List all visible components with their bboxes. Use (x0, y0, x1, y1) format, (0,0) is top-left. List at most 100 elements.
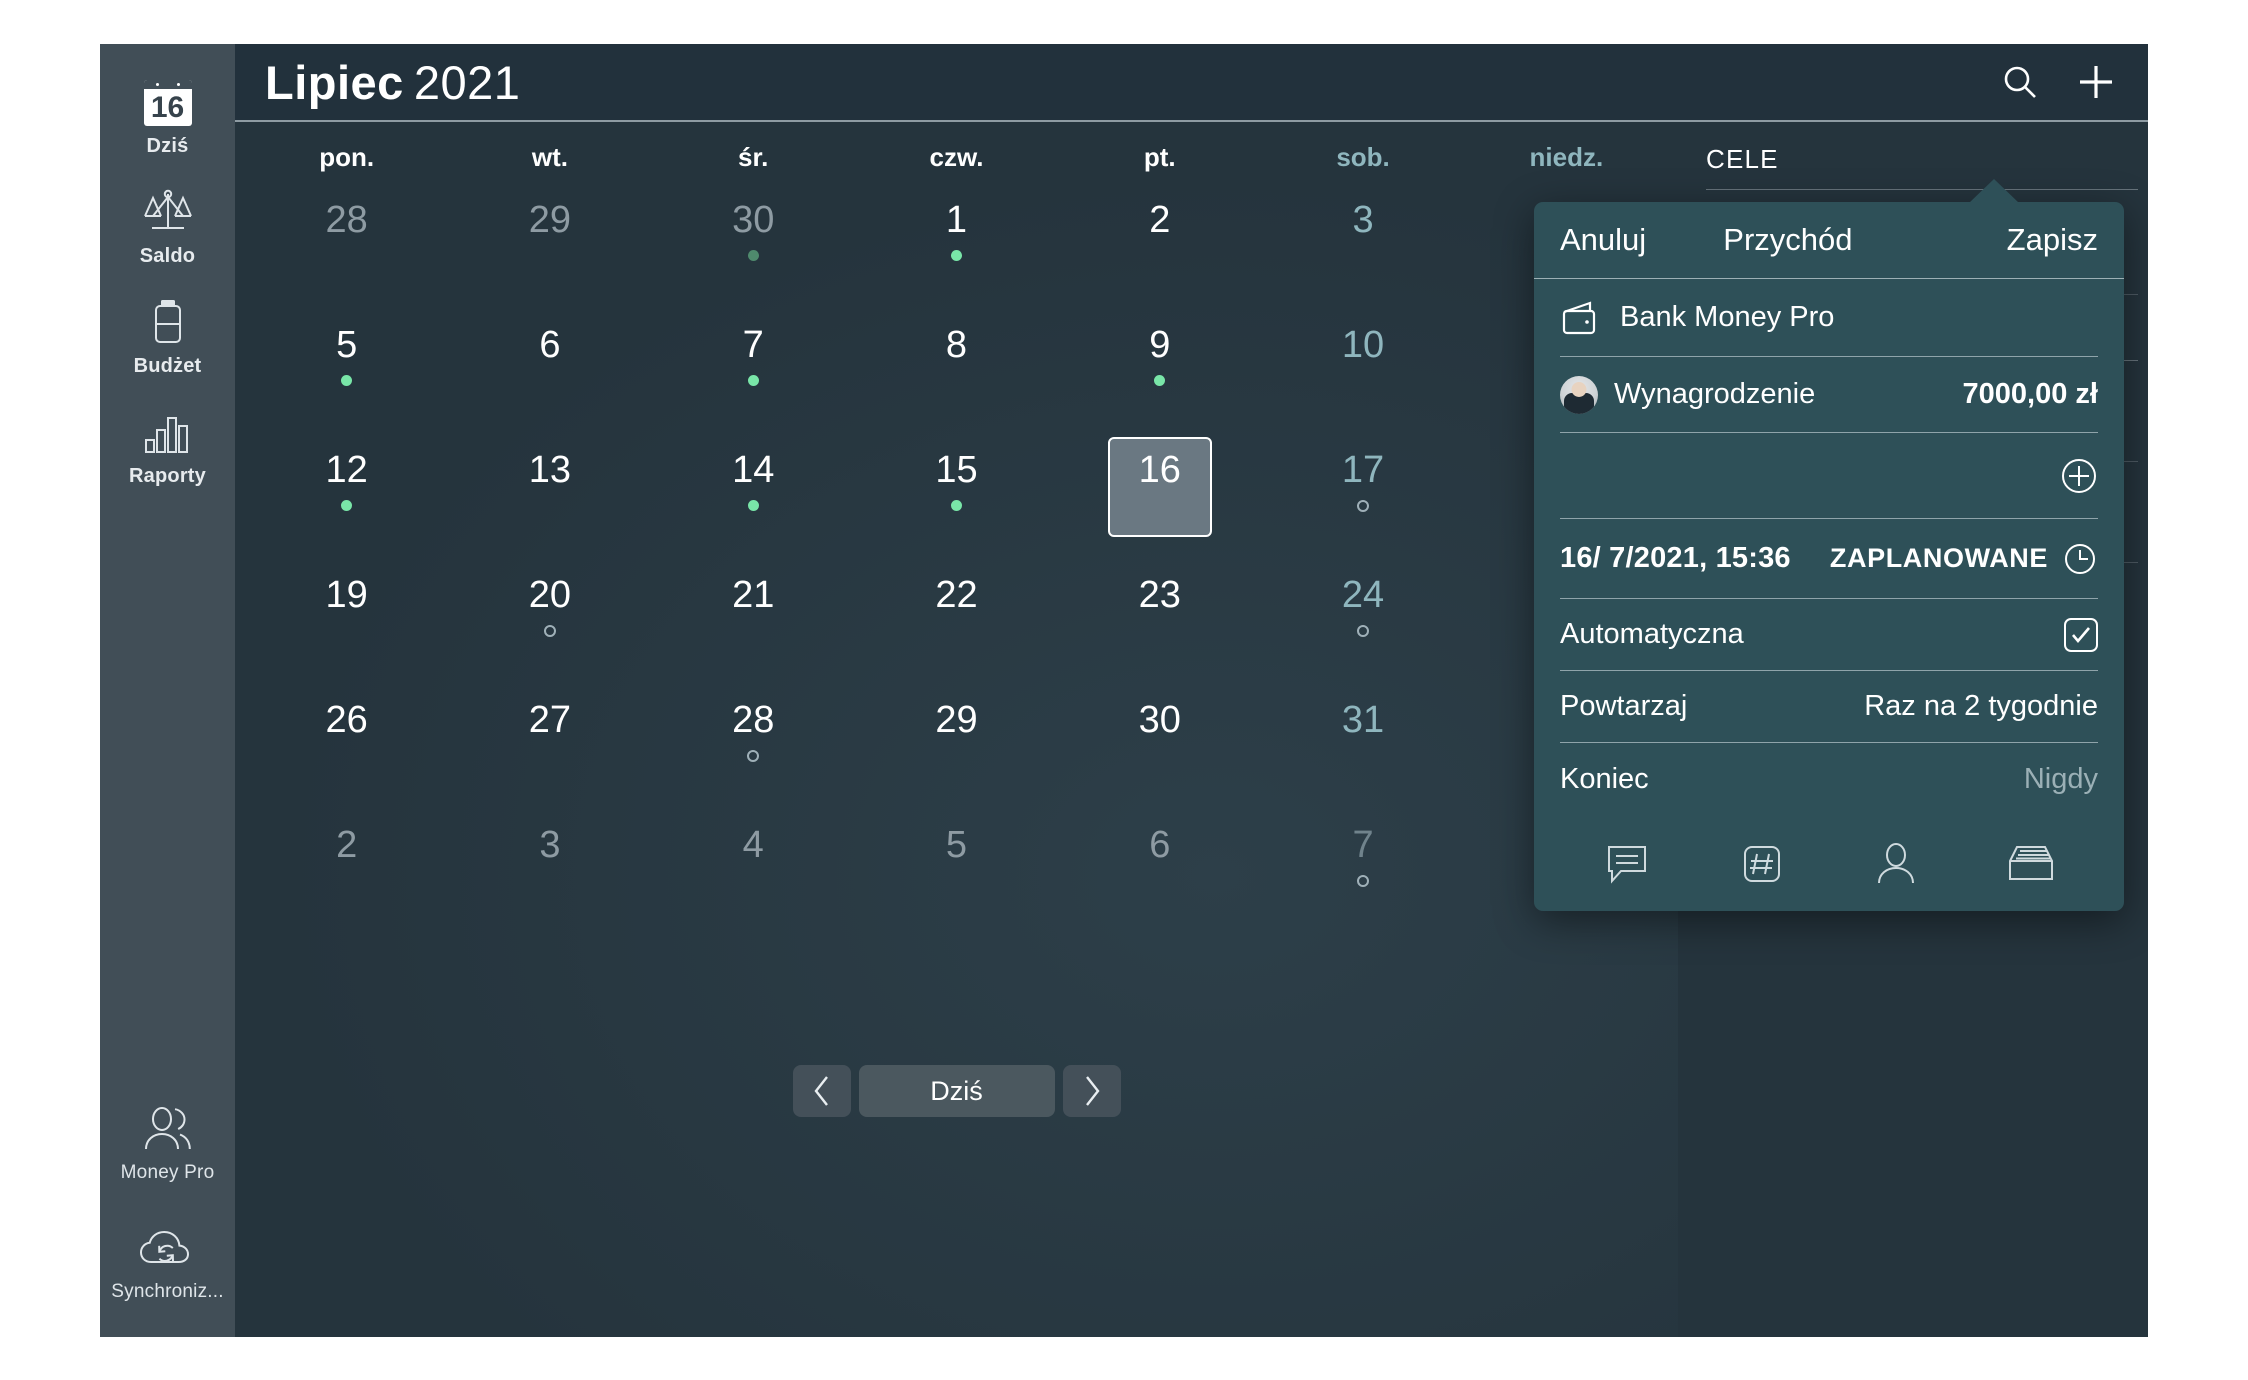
automatic-row[interactable]: Automatyczna (1560, 599, 2098, 671)
weekday-label: czw. (929, 142, 984, 172)
payee-row[interactable]: Wynagrodzenie 7000,00 zł (1560, 357, 2098, 433)
sidebar-item-reports[interactable]: Raporty (100, 378, 235, 488)
sidebar-item-money-pro[interactable]: Money Pro (100, 1101, 235, 1184)
search-icon[interactable] (2000, 62, 2040, 102)
sidebar-item-label-money-pro: Money Pro (120, 1162, 215, 1183)
cancel-button[interactable]: Anuluj (1560, 222, 1646, 258)
calendar-day-number: 6 (539, 324, 561, 366)
calendar-day[interactable]: 19 (245, 566, 448, 691)
calendar-day[interactable]: 22 (855, 566, 1058, 691)
end-label: Koniec (1560, 762, 1649, 795)
end-value[interactable]: Nigdy (2024, 763, 2098, 796)
next-month-button[interactable] (1062, 1065, 1121, 1117)
clock-icon[interactable] (2062, 541, 2098, 577)
page-title: Lipiec 2021 (265, 55, 520, 110)
calendar-today-icon: 16 (143, 74, 192, 126)
sidebar-item-budget[interactable]: Budżet (100, 268, 235, 378)
calendar-day[interactable]: 17 (1261, 441, 1464, 566)
goals-section-header: CELE (1706, 144, 2138, 190)
calendar-day[interactable]: 9 (1058, 316, 1261, 441)
popup-tool-icons (1534, 815, 2124, 893)
today-button-label: Dziś (930, 1075, 983, 1106)
calendar-day-number: 5 (945, 824, 968, 866)
calendar-day[interactable]: 7 (1261, 816, 1464, 941)
account-label: Bank Money Pro (1620, 301, 1835, 333)
calendar-day[interactable]: 5 (855, 816, 1058, 941)
calendar-day-selected[interactable]: 16 (1058, 437, 1261, 566)
person-icon[interactable] (1829, 841, 1964, 887)
repeat-row[interactable]: Powtarzaj Raz na 2 tygodnie (1560, 671, 2098, 743)
sidebar-item-sync[interactable]: Synchroniz... (100, 1220, 235, 1303)
calendar-day-number: 30 (1138, 699, 1181, 741)
calendar-day-number: 23 (1138, 574, 1181, 616)
drawer-icon[interactable] (1964, 841, 2099, 887)
calendar-day[interactable]: 3 (1261, 191, 1464, 316)
repeat-label: Powtarzaj (1560, 690, 1688, 722)
save-button[interactable]: Zapisz (2007, 222, 2098, 258)
calendar-day-number: 3 (539, 824, 561, 866)
calendar-day[interactable]: 30 (1058, 691, 1261, 816)
date-value[interactable]: 16/ 7/2021, 15:36 (1560, 542, 1791, 575)
calendar-day-number: 19 (325, 574, 368, 616)
calendar-day[interactable]: 30 (652, 191, 855, 316)
comment-icon[interactable] (1560, 841, 1695, 887)
calendar-today-badge: 16 (150, 90, 185, 124)
calendar-day[interactable]: 29 (855, 691, 1058, 816)
calendar-day[interactable]: 28 (652, 691, 855, 816)
calendar-day[interactable]: 12 (245, 441, 448, 566)
transaction-marker-icon (747, 500, 759, 511)
calendar-day[interactable]: 3 (448, 816, 651, 941)
hash-icon[interactable] (1695, 841, 1830, 887)
calendar-day-number: 30 (732, 199, 775, 241)
weekday-label: niedz. (1529, 142, 1604, 172)
calendar-day[interactable]: 5 (245, 316, 448, 441)
calendar-day[interactable]: 7 (652, 316, 855, 441)
calendar-day[interactable]: 21 (652, 566, 855, 691)
calendar-day[interactable]: 13 (448, 441, 651, 566)
calendar-day[interactable]: 2 (1058, 191, 1261, 316)
calendar-day[interactable]: 14 (652, 441, 855, 566)
weekday-label: pt. (1143, 142, 1176, 172)
plus-icon[interactable] (2074, 60, 2118, 104)
today-button[interactable]: Dziś (858, 1065, 1055, 1117)
transaction-marker-icon (747, 250, 759, 261)
calendar-day[interactable]: 4 (652, 816, 855, 941)
avatar (1560, 375, 1598, 414)
calendar-day[interactable]: 31 (1261, 691, 1464, 816)
calendar-day[interactable]: 28 (245, 191, 448, 316)
calendar-day[interactable]: 29 (448, 191, 651, 316)
calendar-day[interactable]: 24 (1261, 566, 1464, 691)
titlebar-actions (2000, 60, 2118, 104)
calendar-day[interactable]: 23 (1058, 566, 1261, 691)
calendar-day-number: 24 (1341, 574, 1385, 616)
amount-value[interactable]: 7000,00 zł (1963, 378, 2098, 411)
calendar-day[interactable]: 26 (245, 691, 448, 816)
calendar-day[interactable]: 8 (855, 316, 1058, 441)
repeat-value[interactable]: Raz na 2 tygodnie (1864, 690, 2098, 723)
account-row[interactable]: Bank Money Pro (1560, 279, 2098, 357)
prev-month-button[interactable] (792, 1065, 851, 1117)
end-row[interactable]: Koniec Nigdy (1560, 743, 2098, 815)
calendar-day[interactable]: 2 (245, 816, 448, 941)
calendar-day[interactable]: 15 (855, 441, 1058, 566)
sidebar-item-balance[interactable]: Saldo (100, 158, 235, 268)
calendar-day-number: 27 (528, 699, 572, 741)
weekday-label: pon. (319, 142, 375, 172)
battery-icon (148, 294, 188, 346)
calendar-day[interactable]: 6 (1058, 816, 1261, 941)
sidebar-item-today[interactable]: 16 Dziś (100, 44, 235, 158)
date-status-row[interactable]: 16/ 7/2021, 15:36 ZAPLANOWANE (1560, 519, 2098, 599)
title-year: 2021 (413, 55, 521, 109)
automatic-checkbox[interactable] (2064, 617, 2098, 652)
calendar-day[interactable]: 27 (448, 691, 651, 816)
calendar-day[interactable]: 1 (855, 191, 1058, 316)
sidebar-item-label-reports: Raporty (129, 465, 206, 487)
add-split-row[interactable] (1560, 433, 2098, 519)
calendar-day[interactable]: 10 (1261, 316, 1464, 441)
transaction-marker-icon (341, 375, 353, 386)
plus-circle-icon[interactable] (2060, 457, 2098, 495)
calendar-day-number: 12 (325, 449, 368, 491)
calendar-day[interactable]: 6 (448, 316, 651, 441)
sidebar-bottom-group: Money Pro Synchroniz... (100, 1101, 235, 1303)
calendar-day[interactable]: 20 (448, 566, 651, 691)
